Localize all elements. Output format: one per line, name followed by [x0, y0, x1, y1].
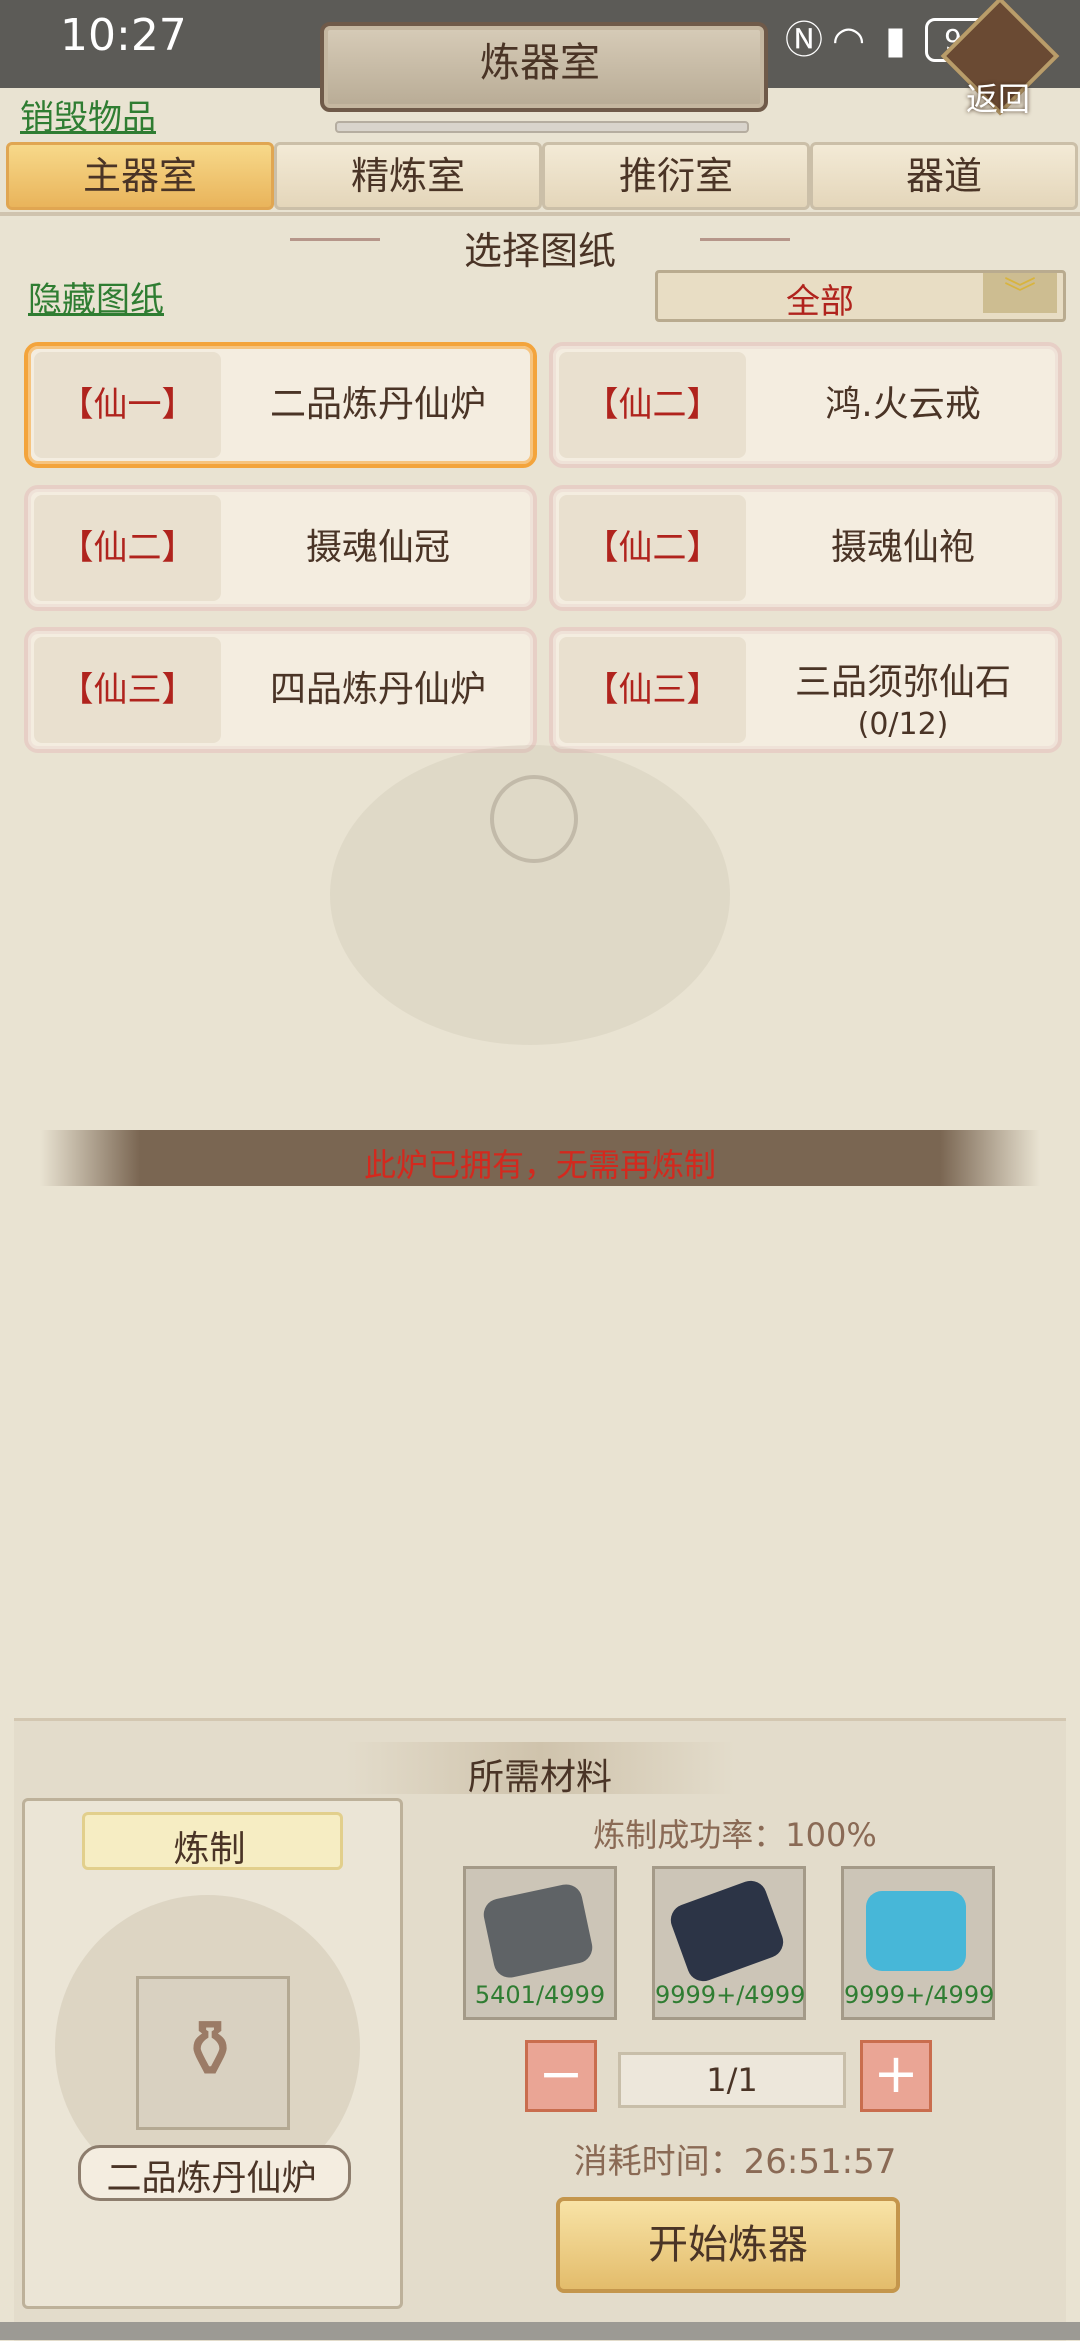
tab-divider	[0, 212, 1080, 216]
craft-title: 炼制	[173, 1829, 246, 1870]
blueprint-progress: (0/12)	[857, 707, 949, 742]
scroll-indicator	[335, 121, 749, 133]
tab-artifact-way[interactable]: 器道	[810, 142, 1078, 210]
status-time: 10:27	[60, 10, 187, 61]
blueprint-card[interactable]: 【仙二】 摄魂仙袍	[549, 485, 1062, 611]
blueprint-grade: 【仙二】	[59, 528, 196, 568]
blueprint-grade: 【仙二】	[584, 385, 721, 425]
blueprint-name: 四品炼丹仙炉	[269, 669, 486, 710]
nfc-icon: Ⓝ	[785, 18, 824, 62]
material-slot[interactable]: 9999+/4999	[652, 1866, 806, 2020]
material-count: 5401/4999	[474, 1981, 606, 2009]
taiji-icon	[490, 775, 578, 863]
blueprint-name: 三品须弥仙石	[794, 662, 1011, 703]
hide-blueprints-link[interactable]: 隐藏图纸	[28, 272, 164, 321]
page-title: 炼器室	[480, 40, 600, 86]
tab-refine-room[interactable]: 精炼室	[274, 142, 542, 210]
blue-crystal-icon	[866, 1891, 966, 1971]
destroy-items-link[interactable]: 销毁物品	[20, 90, 156, 139]
filter-selected-value[interactable]: 全部	[655, 274, 985, 323]
blueprint-name: 鸿.火云戒	[825, 384, 981, 425]
blueprint-grade: 【仙三】	[59, 670, 196, 710]
blueprint-card[interactable]: 【仙三】 三品须弥仙石 (0/12)	[549, 627, 1062, 753]
success-rate: 炼制成功率：100%	[593, 1816, 877, 1854]
material-slot[interactable]: 9999+/4999	[841, 1866, 995, 2020]
start-crafting-button[interactable]: 开始炼器	[556, 2197, 900, 2293]
increase-button[interactable]: +	[860, 2040, 932, 2112]
time-cost: 消耗时间：26:51:57	[573, 2142, 897, 2182]
materials-title: 所需材料	[467, 1757, 612, 1798]
material-slot[interactable]: 5401/4999	[463, 1866, 617, 2020]
blueprint-name: 摄魂仙冠	[305, 527, 450, 568]
material-count: 9999+/4999	[844, 1981, 995, 2009]
furnace-icon: ⚱	[176, 2003, 244, 2096]
chevron-down-icon[interactable]: ︾	[983, 273, 1057, 313]
item-name: 二品炼丹仙炉	[106, 2159, 317, 2199]
blueprint-card[interactable]: 【仙二】 鸿.火云戒	[549, 342, 1062, 468]
wifi-icon: ◠	[832, 18, 866, 62]
grey-ore-icon	[480, 1881, 596, 1981]
bottom-edge	[0, 2322, 1080, 2340]
alert-icon: ▮	[885, 18, 906, 62]
blueprint-name: 二品炼丹仙炉	[269, 384, 486, 425]
decrease-button[interactable]: −	[525, 2040, 597, 2112]
quantity-field[interactable]: 1/1	[618, 2052, 846, 2108]
blueprint-grade: 【仙一】	[59, 385, 196, 425]
message-text: 此炉已拥有，无需再炼制	[363, 1146, 716, 1184]
back-button[interactable]: 返回	[966, 74, 1030, 120]
tab-deduce-room[interactable]: 推衍室	[542, 142, 810, 210]
blueprint-grade: 【仙三】	[584, 670, 721, 710]
blueprint-card[interactable]: 【仙三】 四品炼丹仙炉	[24, 627, 537, 753]
blueprint-card[interactable]: 【仙一】 二品炼丹仙炉	[24, 342, 537, 468]
blueprint-card[interactable]: 【仙二】 摄魂仙冠	[24, 485, 537, 611]
material-count: 9999+/4999	[655, 1981, 806, 2009]
dark-crystal-icon	[666, 1876, 788, 1986]
blueprint-grade: 【仙二】	[584, 528, 721, 568]
tab-main-room[interactable]: 主器室	[6, 142, 274, 210]
blueprint-name: 摄魂仙袍	[830, 527, 975, 568]
section-title: 选择图纸	[463, 229, 616, 273]
